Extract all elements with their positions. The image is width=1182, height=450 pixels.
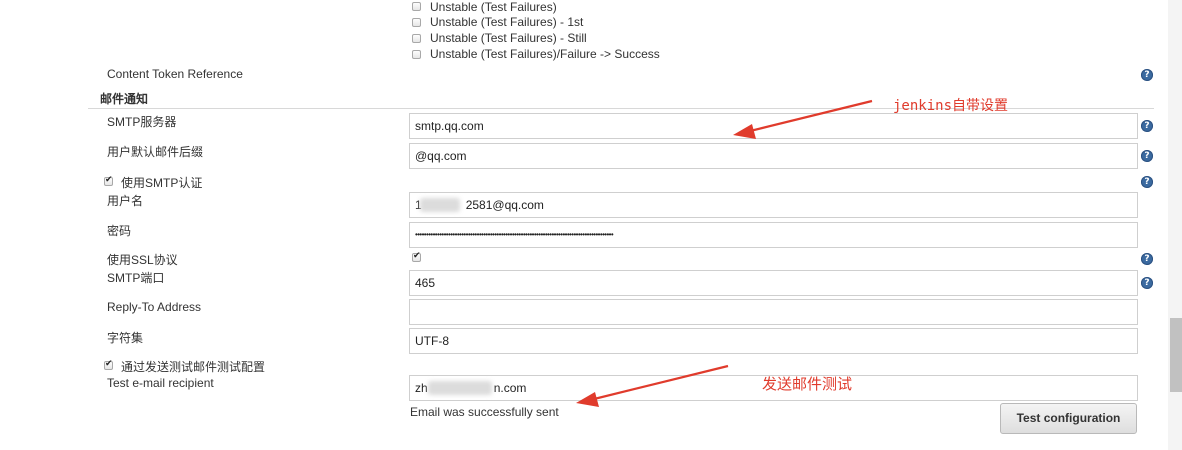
annotation-arrow-send-test [589, 364, 729, 402]
annotation-arrowhead-jenkins [733, 124, 756, 139]
scrollbar-thumb[interactable] [1170, 318, 1182, 392]
annotation-arrows [576, 99, 873, 407]
annotation-arrowhead-send-test [576, 392, 599, 407]
annotation-arrow-jenkins [745, 99, 873, 134]
